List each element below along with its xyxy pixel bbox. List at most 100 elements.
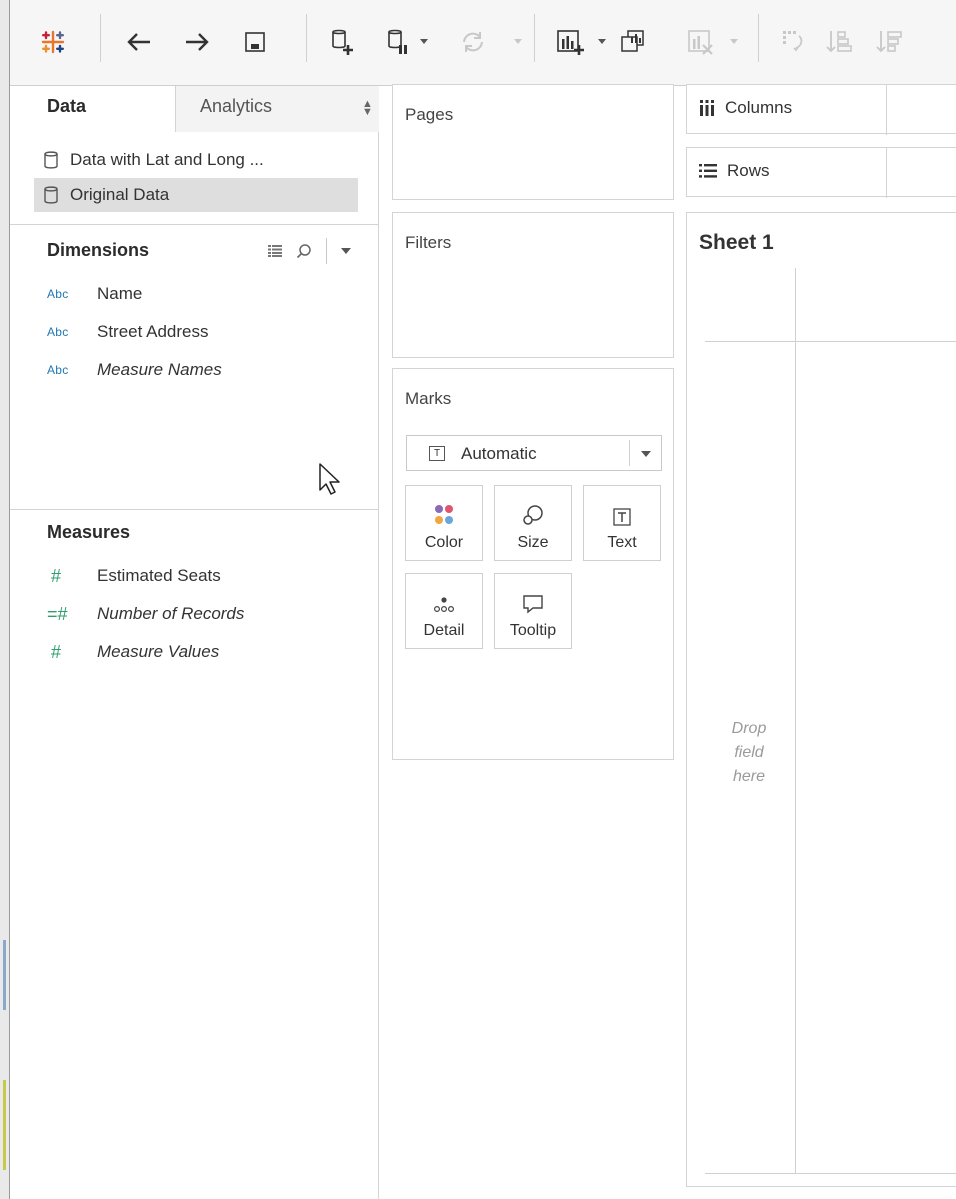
tab-data-label: Data (47, 96, 87, 116)
tab-analytics[interactable]: Analytics ▲ ▼ (176, 86, 379, 132)
section-divider (10, 509, 379, 510)
drop-hint-line: Drop (731, 720, 767, 737)
drop-hint-line: field (734, 744, 764, 761)
measure-field[interactable]: # Measure Values (47, 638, 219, 666)
mouse-pointer-icon (319, 463, 340, 495)
header-divider-vertical (795, 268, 796, 1174)
clear-sheet-icon[interactable] (684, 22, 718, 62)
text-mark-icon: T (429, 446, 445, 461)
pages-card[interactable]: Pages (392, 84, 674, 200)
edge-stripe-yellow (3, 1080, 6, 1170)
detail-button[interactable]: Detail (405, 573, 483, 649)
field-label: Estimated Seats (97, 566, 221, 585)
shelf-divider (886, 148, 887, 198)
text-button[interactable]: Text (583, 485, 661, 561)
toolbar-separator (534, 14, 535, 62)
database-icon (44, 151, 58, 169)
color-label: Color (424, 534, 464, 551)
columns-shelf[interactable]: Columns (686, 84, 956, 135)
back-arrow-icon[interactable] (122, 22, 156, 62)
datasource-label: Original Data (70, 185, 170, 204)
sort-arrows-icon[interactable]: ▲ ▼ (362, 99, 373, 118)
text-icon (613, 490, 631, 526)
search-icon[interactable] (296, 243, 312, 259)
rows-label: Rows (727, 161, 770, 180)
mark-type-value: Automatic (461, 444, 537, 463)
measure-field[interactable]: =# Number of Records (47, 600, 244, 628)
filters-card[interactable]: Filters (392, 212, 674, 358)
toolbar-separator (100, 14, 101, 62)
mark-type-dropdown[interactable]: T Automatic (406, 435, 662, 471)
sort-ascending-icon[interactable] (822, 22, 856, 62)
color-button[interactable]: Color (405, 485, 483, 561)
chevron-down-icon[interactable] (512, 30, 524, 54)
field-label: Street Address (97, 322, 209, 341)
dimensions-title: Dimensions (47, 240, 150, 260)
list-view-icon[interactable] (268, 245, 282, 257)
string-type-icon: Abc (47, 363, 69, 377)
chevron-down-icon[interactable] (341, 247, 351, 255)
shelf-divider (886, 85, 887, 135)
dimension-field[interactable]: Abc Measure Names (47, 356, 222, 384)
color-icon (434, 490, 454, 526)
chevron-down-icon[interactable] (728, 30, 740, 54)
string-type-icon: Abc (47, 287, 69, 301)
dimension-field[interactable]: Abc Name (47, 280, 142, 308)
sort-descending-icon[interactable] (872, 22, 906, 62)
sheet-title[interactable]: Sheet 1 (699, 231, 774, 255)
tooltip-button[interactable]: Tooltip (494, 573, 572, 649)
columns-label: Columns (725, 98, 793, 117)
tab-analytics-label: Analytics (200, 96, 273, 116)
chevron-down-icon (641, 451, 651, 457)
measure-field[interactable]: # Estimated Seats (47, 562, 221, 590)
toolbar-separator (306, 14, 307, 62)
columns-icon (700, 100, 714, 116)
data-pane: Data Analytics ▲ ▼ Data with Lat and Long… (10, 86, 379, 1199)
filters-title: Filters (405, 233, 452, 252)
size-icon (522, 490, 544, 526)
rows-icon (699, 164, 717, 178)
swap-icon[interactable] (776, 22, 810, 62)
field-label: Name (97, 284, 143, 303)
toolbar-separator (326, 238, 327, 264)
tooltip-label: Tooltip (509, 622, 557, 639)
chevron-down-icon[interactable] (596, 30, 608, 54)
measures-title: Measures (47, 522, 131, 542)
marks-card: Marks T Automatic Color Size Text Detail… (392, 368, 674, 760)
tab-data[interactable]: Data (10, 86, 176, 132)
dimensions-toolbar (268, 238, 351, 264)
marks-title: Marks (405, 389, 452, 408)
tooltip-icon (522, 578, 544, 614)
string-type-icon: Abc (47, 325, 69, 339)
new-worksheet-icon[interactable] (554, 22, 588, 62)
datasource-item[interactable]: Data with Lat and Long ... (34, 143, 358, 177)
drop-hint-line: here (732, 768, 766, 785)
rows-shelf-label: Rows (699, 161, 770, 181)
field-label: Number of Records (97, 604, 245, 623)
chevron-down-icon[interactable] (418, 30, 430, 54)
tableau-logo-icon[interactable] (36, 22, 70, 62)
pane-tabs: Data Analytics ▲ ▼ (10, 86, 379, 132)
forward-arrow-icon[interactable] (180, 22, 214, 62)
drop-field-hint[interactable]: Drop field here (717, 717, 781, 789)
dimension-field[interactable]: Abc Street Address (47, 318, 209, 346)
save-icon[interactable] (238, 22, 272, 62)
new-datasource-icon[interactable] (326, 22, 360, 62)
size-button[interactable]: Size (494, 485, 572, 561)
pause-updates-icon[interactable] (382, 22, 416, 62)
bottom-divider (705, 1173, 956, 1174)
edge-stripe-blue (3, 940, 6, 1010)
toolbar (10, 0, 956, 86)
refresh-icon[interactable] (456, 22, 490, 62)
worksheet-view[interactable]: Sheet 1 Drop field here (686, 212, 956, 1187)
duplicate-sheet-icon[interactable] (616, 22, 650, 62)
toolbar-separator (758, 14, 759, 62)
datasource-item[interactable]: Original Data (34, 178, 358, 212)
text-label: Text (607, 534, 637, 551)
dropdown-separator (629, 440, 630, 466)
rows-shelf[interactable]: Rows (686, 147, 956, 198)
detail-icon (433, 578, 455, 614)
database-icon (44, 186, 58, 204)
field-label: Measure Values (97, 642, 220, 661)
header-divider-horizontal (705, 341, 956, 342)
